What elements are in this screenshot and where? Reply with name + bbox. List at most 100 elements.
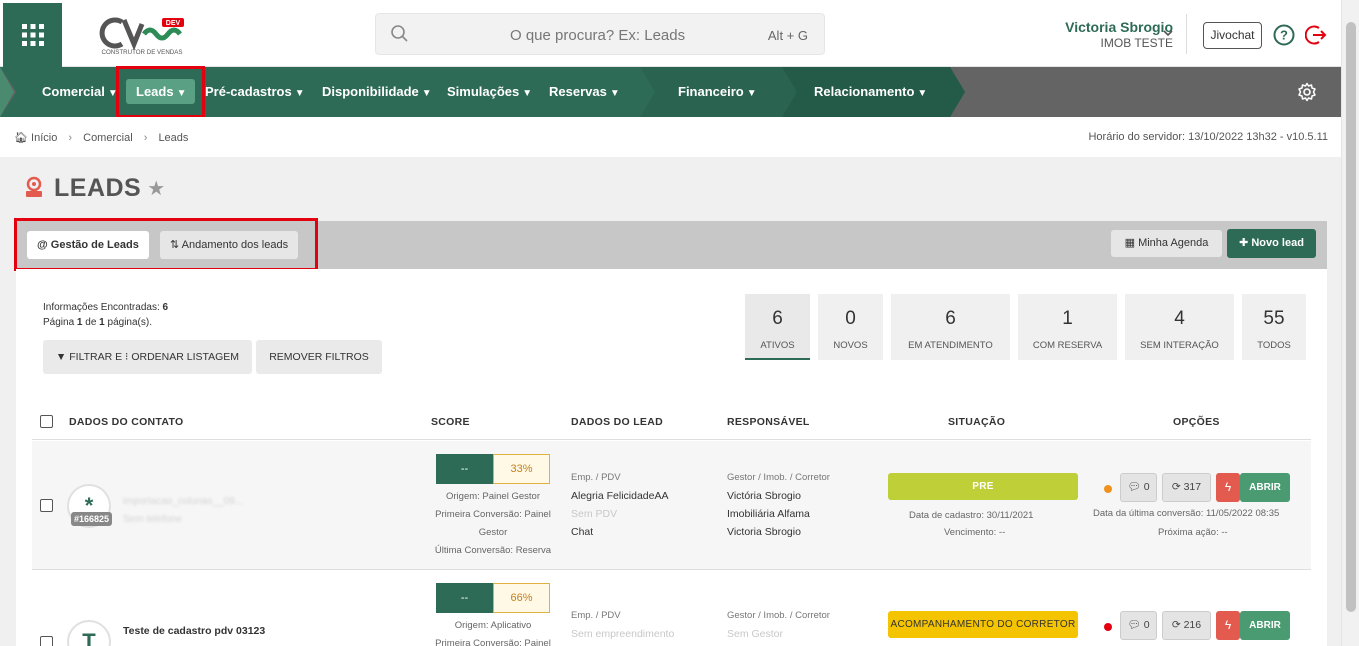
col-situacao[interactable]: SITUAÇÃO (948, 416, 1005, 428)
remove-filters-button[interactable]: REMOVER FILTROS (256, 340, 382, 374)
contact-phone: Sem telefone (123, 514, 182, 525)
search-icon (390, 24, 410, 47)
data-cadastro: Data de cadastro: 30/11/2021 (909, 510, 1034, 521)
row-checkbox[interactable] (40, 636, 53, 646)
highlight-box-tabs (14, 218, 318, 271)
lead-label: Emp. / PDV (571, 610, 621, 621)
divider (32, 569, 1311, 570)
filter-sort-button[interactable]: ▼ FILTRAR E ⁝ ORDENAR LISTAGEM (43, 340, 252, 374)
ultima-conversao: Data da última conversão: 11/05/2022 08:… (1093, 508, 1280, 519)
chat-icon: 💬︎ (1127, 619, 1141, 631)
nav-item-relacionamento[interactable]: Relacionamento ▼ (814, 84, 927, 99)
lead-pdv: Sem PDV (571, 508, 618, 520)
divider (1186, 14, 1187, 54)
nav-item-disponibilidade[interactable]: Disponibilidade ▼ (322, 84, 432, 99)
stat-em-atendimento[interactable]: 6 EM ATENDIMENTO (891, 294, 1010, 360)
interactions-button[interactable]: ⟳ 317 (1162, 473, 1211, 502)
messages-button[interactable]: 💬︎ 0 (1120, 473, 1157, 502)
messages-button[interactable]: 💬︎ 0 (1120, 611, 1157, 640)
col-dados-lead[interactable]: DADOS DO LEAD (571, 416, 663, 428)
status-badge: ACOMPANHAMENTO DO CORRETOR (888, 611, 1078, 638)
user-name: Victoria Sbrogio (1065, 19, 1173, 35)
home-icon[interactable]: 🏠︎ (14, 132, 28, 144)
logo-subtitle: CONSTRUTOR DE VENDAS (101, 49, 182, 56)
lead-id-badge: #166825 (71, 512, 113, 526)
interactions-button[interactable]: ⟳ 216 (1162, 611, 1211, 640)
bolt-icon[interactable]: ϟ (1216, 611, 1240, 640)
stat-com-reserva[interactable]: 1 COM RESERVA (1018, 294, 1117, 360)
filter-icon: ▼ (55, 351, 67, 363)
breadcrumb-item-leads[interactable]: Leads (158, 132, 188, 144)
responsavel-corretor: Victoria Sbrogio (727, 526, 801, 538)
priority-dot (1104, 485, 1112, 493)
scrollbar[interactable] (1341, 0, 1359, 646)
search-input[interactable]: O que procura? Ex: Leads Alt + G (375, 13, 825, 55)
breadcrumb: 🏠︎ Início › Comercial › Leads Horário do… (0, 117, 1341, 157)
lead-empreendimento: Alegria FelicidadeAA (571, 490, 669, 502)
responsavel-label: Gestor / Imob. / Corretor (727, 610, 830, 621)
lead-label: Emp. / PDV (571, 472, 621, 483)
search-placeholder: O que procura? Ex: Leads (510, 27, 686, 44)
responsavel-imobiliaria: Imobiliária Alfama (727, 508, 810, 520)
stat-ativos[interactable]: 6 ATIVOS (745, 294, 810, 360)
score-details: Origem: Aplicativo Primeira Conversão: Pa… (435, 620, 551, 646)
proxima-acao: Próxima ação: -- (1158, 527, 1228, 538)
score-details: Origem: Painel Gestor Primeira Conversão:… (434, 491, 552, 556)
responsavel-gestor: Sem Gestor (727, 628, 784, 640)
nav-item-financeiro[interactable]: Financeiro ▼ (678, 84, 757, 99)
vencimento: Vencimento: -- (944, 527, 1006, 538)
jivochat-button[interactable]: Jivochat (1203, 22, 1262, 49)
stat-sem-interacao[interactable]: 4 SEM INTERAÇÃO (1125, 294, 1234, 360)
contact-name[interactable]: Teste de cadastro pdv 03123 (123, 625, 265, 637)
stat-novos[interactable]: 0 NOVOS (818, 294, 883, 360)
lead-canal: Chat (571, 526, 594, 538)
search-shortcut: Alt + G (767, 28, 808, 43)
logo-dev-tag: DEV (166, 20, 181, 27)
highlight-box-leads-nav (116, 66, 205, 118)
score-box: -- 66% (436, 583, 550, 613)
nav-item-reservas[interactable]: Reservas ▼ (549, 84, 620, 99)
col-opcoes[interactable]: OPÇÕES (1173, 416, 1220, 428)
select-all-checkbox[interactable] (40, 415, 53, 428)
nav-item-comercial[interactable]: Comercial ▼ (42, 84, 118, 99)
responsavel-gestor: Victória Sbrogio (727, 490, 801, 502)
col-dados-contato[interactable]: DADOS DO CONTATO (69, 416, 183, 428)
refresh-icon: ⟳ (1171, 481, 1181, 493)
results-count: 6 (162, 302, 169, 313)
svg-text:?: ? (1280, 28, 1288, 43)
responsavel-label: Gestor / Imob. / Corretor (727, 472, 830, 483)
abrir-button[interactable]: ABRIR (1240, 611, 1290, 640)
novo-lead-button[interactable]: ✚ Novo lead (1227, 229, 1316, 258)
divider (32, 439, 1311, 440)
score-box: -- 33% (436, 454, 550, 484)
nav-item-pre-cadastros[interactable]: Pré-cadastros ▼ (205, 84, 305, 99)
page-title-text: LEADS (54, 174, 142, 202)
nav-item-simulacoes[interactable]: Simulações ▼ (447, 84, 532, 99)
page-title: LEADS ★ (22, 174, 165, 203)
server-time: Horário do servidor: 13/10/2022 13h32 - … (1088, 131, 1328, 143)
stat-todos[interactable]: 55 TODOS (1242, 294, 1306, 360)
scrollbar-thumb[interactable] (1346, 22, 1356, 612)
bolt-icon[interactable]: ϟ (1216, 473, 1240, 502)
logout-icon[interactable] (1304, 24, 1327, 49)
minha-agenda-button[interactable]: ▦ Minha Agenda (1111, 230, 1222, 257)
col-responsavel[interactable]: RESPONSÁVEL (727, 416, 810, 428)
cv-logo[interactable]: DEV CONSTRUTOR DE VENDAS (96, 14, 188, 56)
chevron-down-icon[interactable] (1163, 28, 1173, 40)
abrir-button[interactable]: ABRIR (1240, 473, 1290, 502)
breadcrumb-item-comercial[interactable]: Comercial (83, 132, 133, 144)
apps-grid-icon[interactable] (3, 3, 62, 67)
col-score[interactable]: SCORE (431, 416, 470, 428)
status-badge: PRE (888, 473, 1078, 500)
leads-icon (22, 175, 46, 202)
gear-icon[interactable] (1297, 82, 1317, 105)
user-company: IMOB TESTE (1100, 36, 1173, 50)
contact-name[interactable]: importacao_colunas__09... (123, 496, 243, 507)
chat-icon: 💬︎ (1127, 481, 1141, 493)
row-checkbox[interactable] (40, 499, 53, 512)
breadcrumb-item-inicio[interactable]: Início (31, 132, 57, 144)
help-icon[interactable]: ? (1273, 24, 1295, 49)
user-menu[interactable]: Victoria Sbrogio IMOB TESTE (1065, 19, 1173, 50)
refresh-icon: ⟳ (1171, 619, 1181, 631)
favorite-star-icon[interactable]: ★ (147, 176, 165, 201)
